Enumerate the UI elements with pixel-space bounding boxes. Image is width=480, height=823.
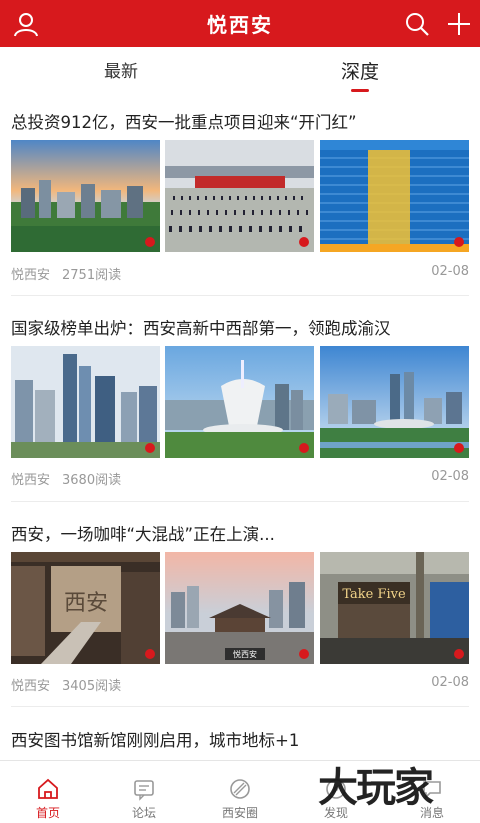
article-headline[interactable]: 总投资912亿，西安一批重点项目迎来“开门红” (11, 109, 357, 133)
article-date: 02-08 (431, 469, 469, 484)
tab-bar: 最新 深度 (0, 47, 480, 97)
nav-xian-circle[interactable]: 西安圈 (192, 761, 288, 823)
thumbnail-image[interactable] (165, 346, 314, 458)
nav-label: 首页 (35, 806, 60, 820)
tab-latest[interactable]: 最新 (104, 57, 138, 82)
circle-icon (228, 777, 252, 801)
article-date: 02-08 (431, 675, 469, 690)
thumbnail-image[interactable]: 西安 (11, 552, 160, 664)
article-source: 悦西安 (11, 679, 51, 694)
thumbnail-image[interactable] (11, 346, 160, 458)
article-read-count: 3405阅读 (62, 679, 122, 694)
article-source: 悦西安 (11, 473, 51, 488)
forum-icon (132, 777, 156, 801)
plus-icon[interactable] (445, 10, 473, 38)
article-source: 悦西安 (11, 268, 51, 283)
top-bar: 悦西安 (0, 0, 480, 47)
tab-active-indicator (351, 89, 369, 92)
article-headline[interactable]: 西安图书馆新馆刚刚启用，城市地标+1 (11, 727, 299, 751)
nav-label: 西安圈 (221, 806, 258, 820)
divider (11, 706, 469, 707)
divider (11, 295, 469, 296)
article-feed[interactable]: 总投资912亿，西安一批重点项目迎来“开门红” 悦西安 2751阅读 02-08… (0, 97, 480, 760)
article-thumbnails[interactable] (11, 346, 469, 458)
home-icon (36, 777, 60, 801)
thumbnail-image[interactable] (320, 346, 469, 458)
thumbnail-image[interactable]: Take Five (320, 552, 469, 664)
search-icon[interactable] (403, 10, 431, 38)
thumbnail-caption: 悦西安 (233, 649, 257, 659)
article-thumbnails[interactable] (11, 140, 469, 252)
nav-home[interactable]: 首页 (0, 761, 96, 823)
nav-forum[interactable]: 论坛 (96, 761, 192, 823)
thumbnail-image[interactable] (11, 140, 160, 252)
tab-depth[interactable]: 深度 (341, 57, 379, 84)
article-read-count: 3680阅读 (62, 473, 122, 488)
thumbnail-sign: Take Five (342, 587, 406, 602)
thumbnail-sign: 西安 (64, 591, 108, 616)
thumbnail-image[interactable] (320, 140, 469, 252)
thumbnail-image[interactable]: 悦西安 (165, 552, 314, 664)
divider (11, 501, 469, 502)
article-headline[interactable]: 西安，一场咖啡“大混战”正在上演... (11, 521, 275, 545)
thumbnail-image[interactable] (165, 140, 314, 252)
article-date: 02-08 (431, 264, 469, 279)
article-headline[interactable]: 国家级榜单出炉：西安高新中西部第一，领跑成渝汉 (11, 315, 391, 339)
article-read-count: 2751阅读 (62, 268, 122, 283)
article-thumbnails[interactable]: 西安 悦西安 Take Five (11, 552, 469, 664)
nav-label: 论坛 (131, 806, 156, 820)
watermark: 大玩家 (318, 765, 434, 811)
